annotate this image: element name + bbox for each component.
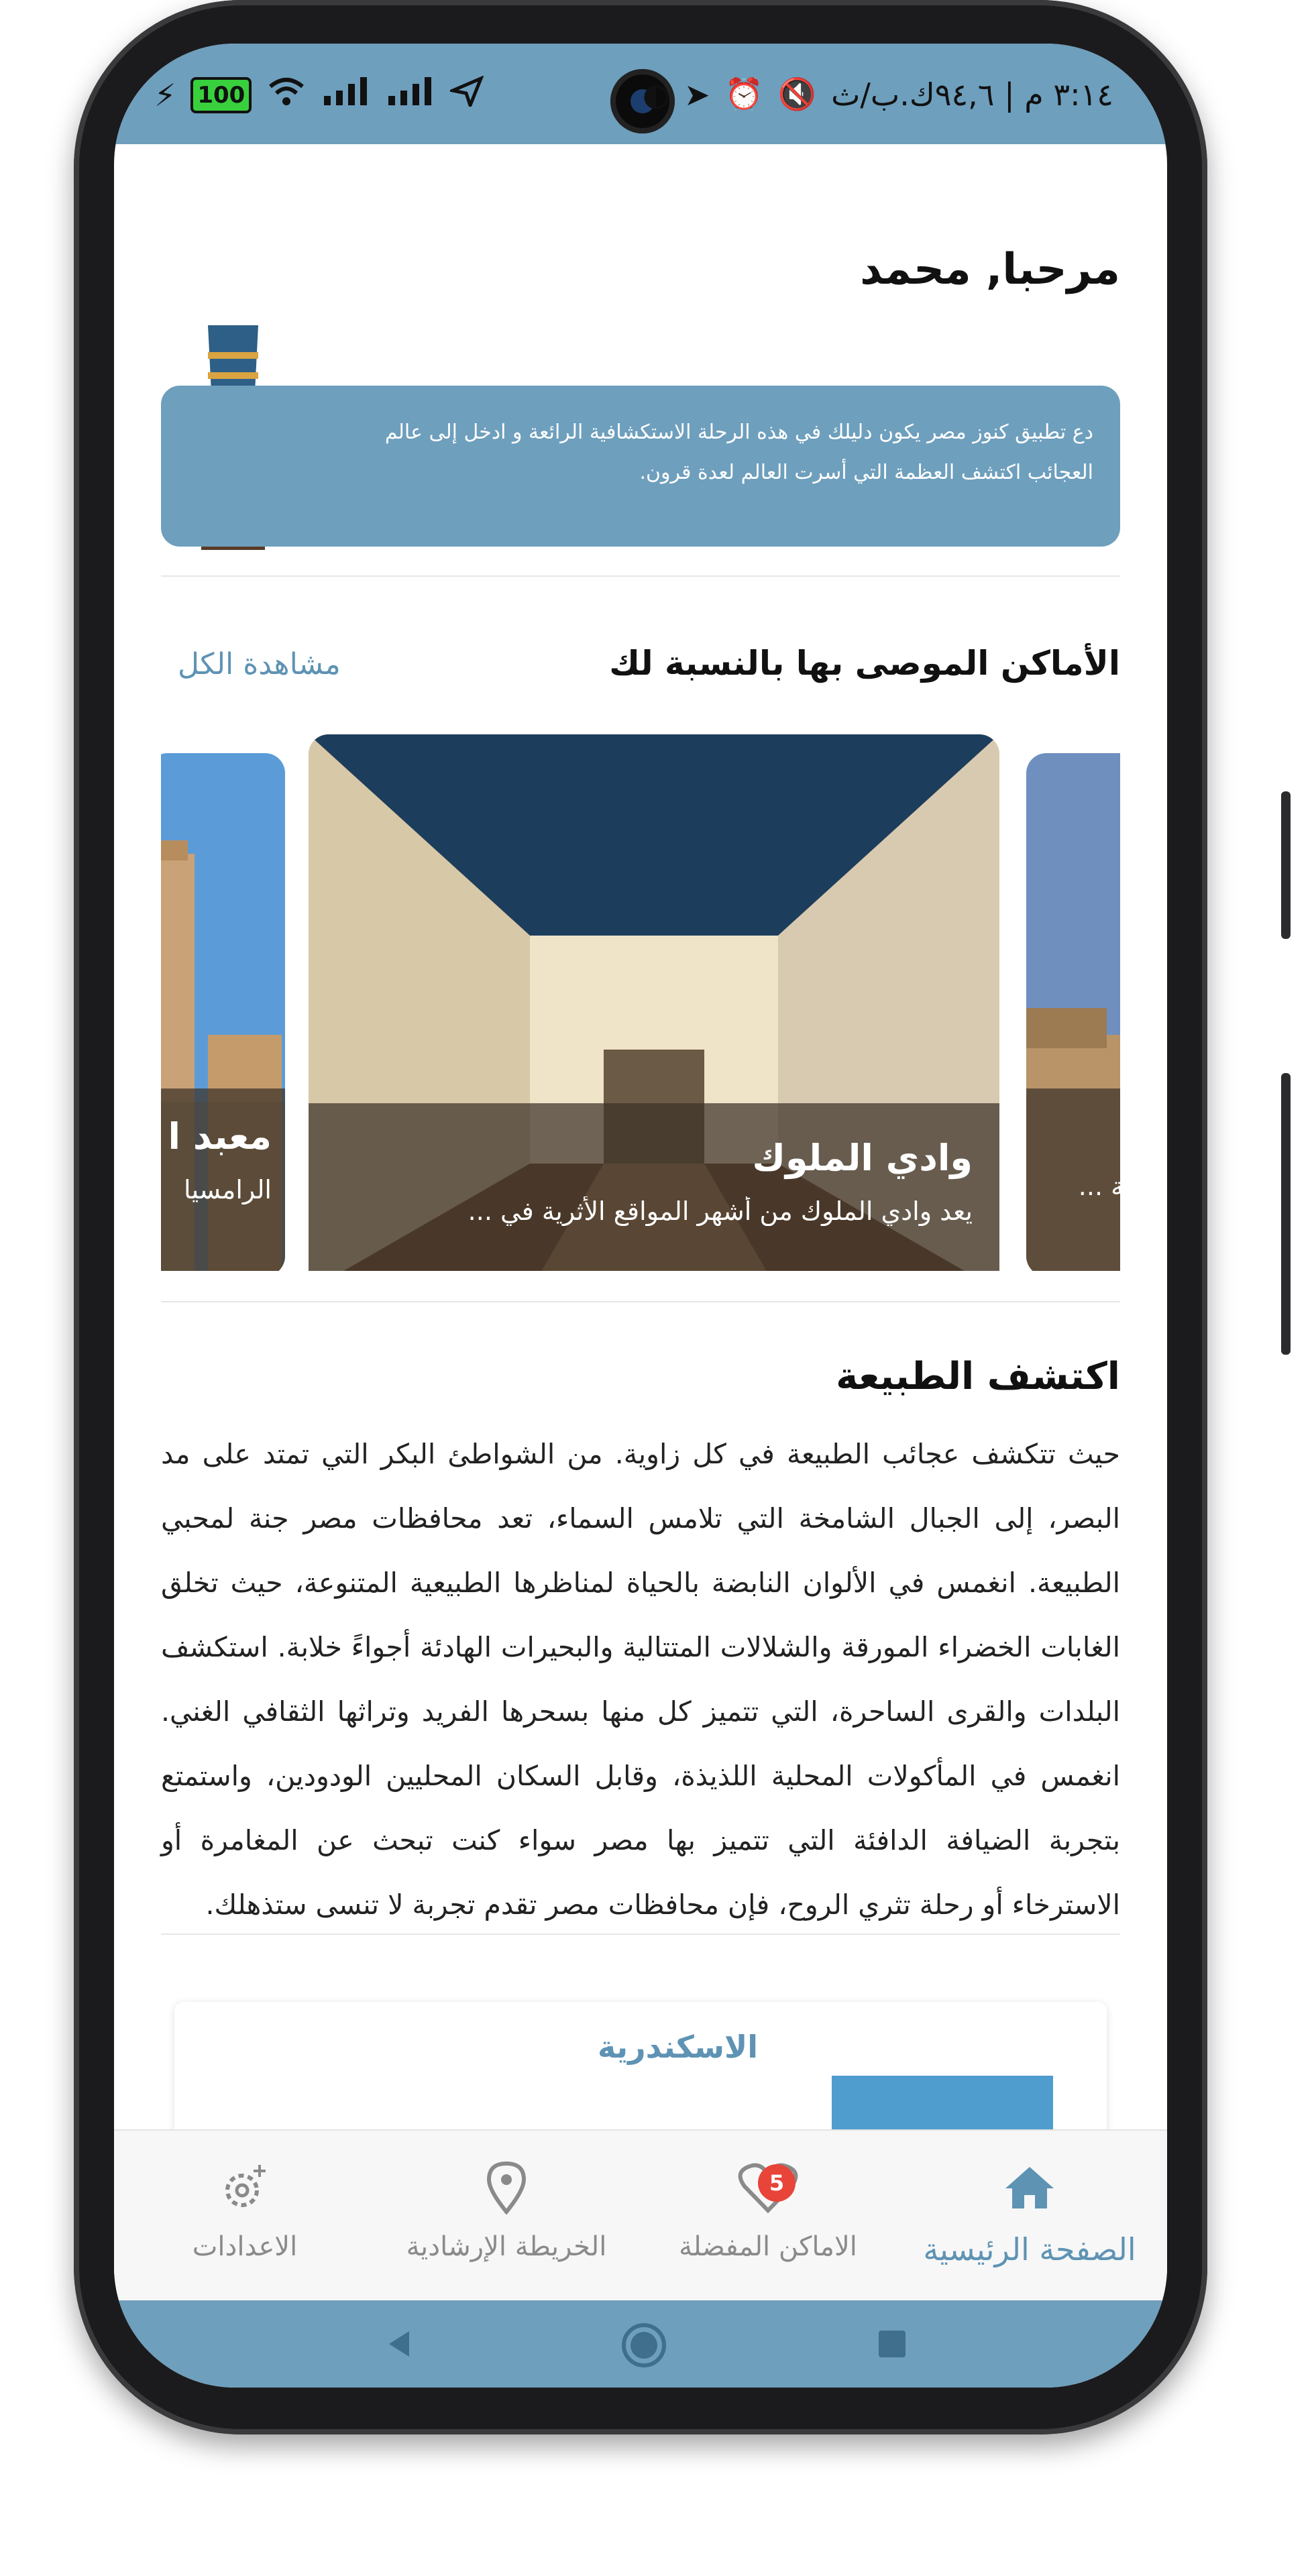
card-desc: ينية ... — [1078, 1172, 1120, 1201]
power-button — [1281, 1073, 1291, 1355]
mute-icon: 🔇 — [777, 76, 817, 112]
nav-favorites[interactable]: 5 الاماكن المفضلة — [637, 2151, 899, 2262]
nav-map[interactable]: الخريطة الإرشادية — [376, 2151, 637, 2262]
nature-text: حيث تتكشف عجائب الطبيعة في كل زاوية. من … — [161, 1438, 1120, 1921]
nav-favorites-label: الاماكن المفضلة — [679, 2231, 857, 2262]
back-icon[interactable] — [382, 2327, 416, 2363]
nav-map-label: الخريطة الإرشادية — [406, 2231, 607, 2262]
place-card-valley-of-kings[interactable]: وادي الملوك يعد وادي الملوك من أشهر المو… — [309, 734, 999, 1271]
wifi-icon — [266, 76, 307, 114]
nav-home[interactable]: الصفحة الرئيسية — [899, 2151, 1160, 2267]
status-left: ⚡ 100 — [154, 75, 484, 114]
card-caption: ينية ... — [1026, 1088, 1120, 1271]
card-desc: الرامسيا — [184, 1175, 272, 1205]
card-desc: يعد وادي الملوك من أشهر المواقع الأثرية … — [468, 1196, 973, 1226]
recommended-title: الأماكن الموصى بها بالنسبة لك — [609, 644, 1120, 683]
favorites-badge: 5 — [758, 2164, 796, 2202]
battery-level: 100 — [190, 76, 252, 113]
welcome-text-line2: العجائب اكتشف العظمة التي أسرت العالم لع… — [639, 461, 1093, 484]
card-caption: وادي الملوك يعد وادي الملوك من أشهر المو… — [309, 1103, 999, 1271]
welcome-text-line1: دع تطبيق كنوز مصر يكون دليلك في هذه الرح… — [384, 421, 1093, 444]
signal-icon-2 — [386, 76, 435, 114]
recents-icon[interactable] — [875, 2327, 909, 2363]
heart-icon: 5 — [637, 2151, 899, 2225]
map-pin-icon — [376, 2151, 637, 2225]
notification-icon: ◐ — [642, 76, 669, 113]
alarm-icon: ⏰ — [724, 76, 763, 112]
place-card-partial-left[interactable]: معبد ا الرامسيا — [161, 753, 285, 1271]
status-time: ٣:١٤ م | ٩٤,٦ك.ب/ث — [831, 76, 1113, 113]
see-all-link[interactable]: مشاهدة الكل — [178, 647, 341, 681]
volume-button — [1281, 791, 1291, 939]
nav-home-label: الصفحة الرئيسية — [923, 2231, 1136, 2267]
nav-settings[interactable]: الاعدادات — [114, 2151, 376, 2262]
location-icon — [447, 75, 484, 114]
card-title: وادي الملوك — [752, 1137, 973, 1179]
bottom-nav: الصفحة الرئيسية 5 الاماكن المفضلة الخريط… — [114, 2129, 1167, 2302]
telegram-icon: ➤ — [684, 76, 710, 113]
divider — [161, 1934, 1120, 1935]
governorate-image — [832, 2076, 1053, 2129]
nav-settings-label: الاعدادات — [192, 2231, 298, 2262]
place-card-partial-right[interactable]: ينية ... — [1026, 753, 1120, 1271]
divider — [161, 1301, 1120, 1302]
gear-icon — [114, 2151, 376, 2225]
card-caption: معبد ا الرامسيا — [161, 1088, 285, 1271]
home-icon — [899, 2151, 1160, 2225]
home-content[interactable]: مرحبا, محمد دع تطبيق كنوز مصر يكون دليلك… — [114, 144, 1167, 2129]
nature-title: اكتشف الطبيعة — [836, 1355, 1120, 1398]
governorate-card[interactable]: الاسكندرية — [174, 2002, 1107, 2129]
screen: ⚡ 100 ٣:١٤ م | ٩٤,٦ك.ب/ث 🔇 ⏰ ➤ ◐ مرحبا, … — [114, 44, 1167, 2388]
home-button-icon[interactable] — [620, 2322, 667, 2371]
status-bar: ⚡ 100 ٣:١٤ م | ٩٤,٦ك.ب/ث 🔇 ⏰ ➤ ◐ — [114, 44, 1167, 144]
welcome-banner: دع تطبيق كنوز مصر يكون دليلك في هذه الرح… — [161, 386, 1120, 547]
greeting-title: مرحبا, محمد — [860, 245, 1120, 294]
recommended-carousel[interactable]: معبد ا الرامسيا وادي الملوك يعد وادي الم… — [161, 734, 1120, 1271]
signal-icon — [321, 76, 371, 114]
card-title: معبد ا — [168, 1115, 272, 1158]
status-right: ٣:١٤ م | ٩٤,٦ك.ب/ث 🔇 ⏰ ➤ ◐ — [643, 76, 1113, 113]
system-nav-bar — [114, 2300, 1167, 2388]
divider — [161, 575, 1120, 577]
governorate-name: الاسكندرية — [597, 2029, 758, 2065]
charging-icon: ⚡ — [154, 76, 176, 113]
